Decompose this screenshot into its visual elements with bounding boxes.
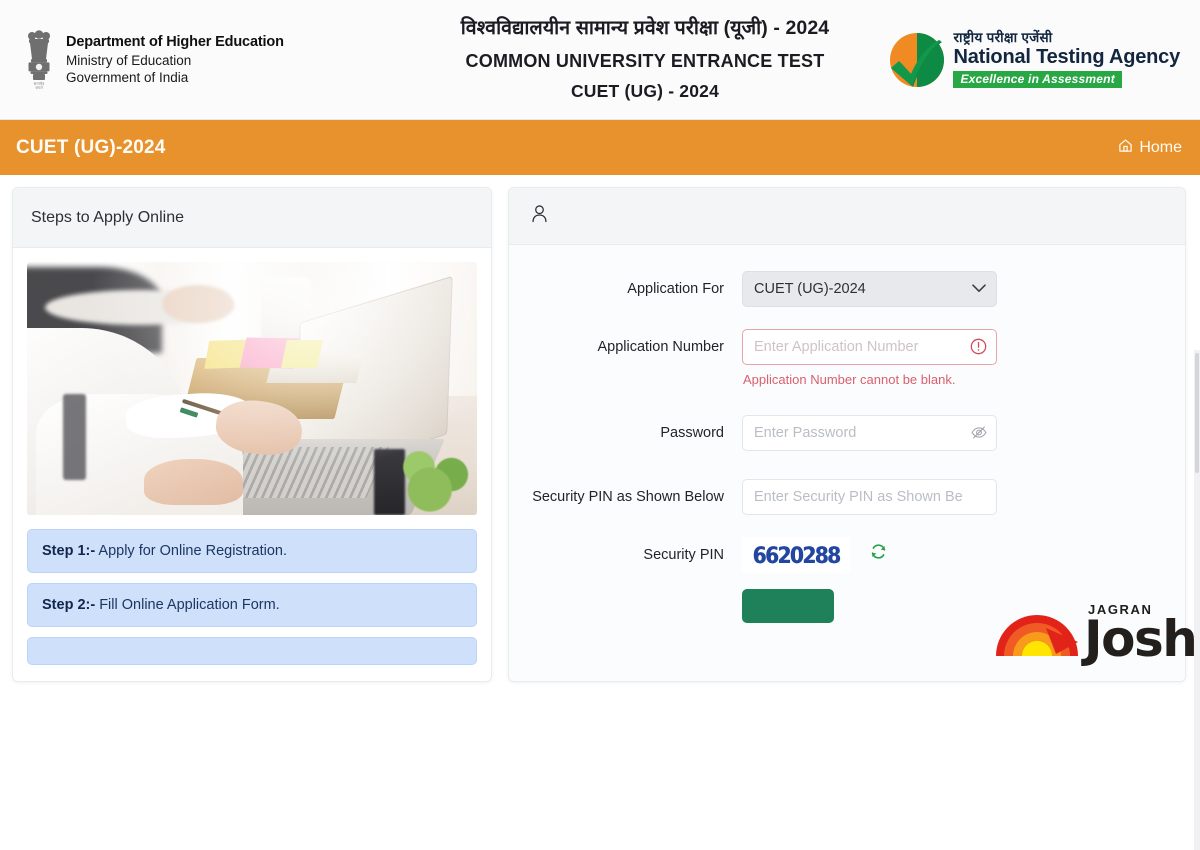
person-typing-on-laptop-photo [27, 262, 477, 515]
nav-home-link[interactable]: Home [1118, 138, 1182, 158]
application-for-select[interactable]: CUET (UG)-2024 [742, 271, 997, 307]
user-icon [531, 204, 548, 228]
nta-english-label: National Testing Agency [953, 45, 1180, 68]
site-header: सत्यमेव जयते Department of Higher Educat… [0, 0, 1200, 120]
steps-panel-title: Steps to Apply Online [31, 208, 184, 226]
jagran-josh-watermark: JAGRAN Josh [994, 591, 1198, 675]
list-item: Step 1:- Apply for Online Registration. [27, 529, 477, 573]
application-for-value: CUET (UG)-2024 [754, 281, 866, 297]
captcha-text: 6620288 [752, 541, 841, 569]
submit-button[interactable] [742, 589, 834, 623]
dept-line-2: Ministry of Education [66, 52, 192, 68]
step-prefix: Step 2:- [42, 597, 96, 613]
scrollbar-thumb[interactable] [1195, 353, 1199, 473]
nta-hindi-label: राष्ट्रीय परीक्षा एजेंसी [953, 30, 1053, 46]
svg-text:जयते: जयते [35, 85, 43, 90]
security-pin-captcha-label: Security PIN [643, 547, 724, 563]
password-label: Password [660, 425, 724, 441]
steps-panel-header: Steps to Apply Online [13, 188, 491, 248]
password-input[interactable] [742, 415, 997, 451]
jagran-josh-sun-icon [994, 604, 1080, 662]
dept-line-3: Government of India [66, 69, 189, 85]
nta-tick-logo-icon [888, 31, 946, 89]
steps-panel-body: Step 1:- Apply for Online Registration. … [13, 248, 491, 665]
captcha-image: 6620288 [742, 537, 850, 573]
field-row-security-pin-input: Security PIN as Shown Below [509, 479, 1185, 515]
application-number-error: Application Number cannot be blank. [743, 372, 956, 387]
nta-branding: राष्ट्रीय परीक्षा एजेंसी National Testin… [890, 30, 1186, 89]
step-text: Apply for Online Registration. [95, 543, 287, 559]
steps-list: Step 1:- Apply for Online Registration. … [27, 515, 477, 665]
navbar-brand[interactable]: CUET (UG)-2024 [16, 137, 166, 159]
list-item: Step 2:- Fill Online Application Form. [27, 583, 477, 627]
list-item-partial [27, 637, 477, 665]
dept-line-1: Department of Higher Education [66, 33, 284, 50]
home-icon [1118, 138, 1133, 158]
field-row-password: Password [509, 415, 1185, 451]
application-for-label: Application For [627, 281, 724, 297]
title-english: COMMON UNIVERSITY ENTRANCE TEST [465, 50, 825, 71]
security-pin-input[interactable] [742, 479, 997, 515]
submit-spacer [509, 589, 742, 628]
main-navbar: CUET (UG)-2024 Home [0, 120, 1200, 175]
chevron-down-icon [972, 281, 986, 297]
application-number-label: Application Number [597, 339, 724, 355]
step-text: Fill Online Application Form. [95, 597, 280, 613]
watermark-brand-main: Josh [1084, 609, 1198, 668]
field-row-security-pin-captcha: Security PIN 6620288 [509, 537, 1185, 573]
refresh-icon[interactable] [870, 543, 887, 565]
exclamation-circle-icon [970, 338, 987, 360]
department-branding: सत्यमेव जयते Department of Higher Educat… [14, 29, 344, 91]
eye-slash-icon[interactable] [971, 425, 987, 445]
title-sub: CUET (UG) - 2024 [570, 80, 720, 101]
security-pin-input-label: Security PIN as Shown Below [532, 489, 724, 505]
page-title: विश्वविद्यालयीन सामान्य प्रवेश परीक्षा (… [344, 17, 946, 101]
application-number-input[interactable] [742, 329, 997, 365]
nta-tagline: Excellence in Assessment [953, 70, 1122, 88]
field-row-application-for: Application For CUET (UG)-2024 [509, 271, 1185, 307]
india-state-emblem-icon: सत्यमेव जयते [22, 29, 56, 91]
steps-panel: Steps to Apply Online Step 1:- Apply for… [12, 187, 492, 682]
login-panel-header [509, 188, 1185, 245]
step-prefix: Step 1:- [42, 543, 96, 559]
login-form: Application For CUET (UG)-2024 Applicati… [509, 245, 1185, 628]
field-row-application-number: Application Number Application Number ca… [509, 329, 1185, 387]
title-hindi: विश्वविद्यालयीन सामान्य प्रवेश परीक्षा (… [460, 17, 830, 39]
nav-home-label: Home [1139, 138, 1182, 156]
